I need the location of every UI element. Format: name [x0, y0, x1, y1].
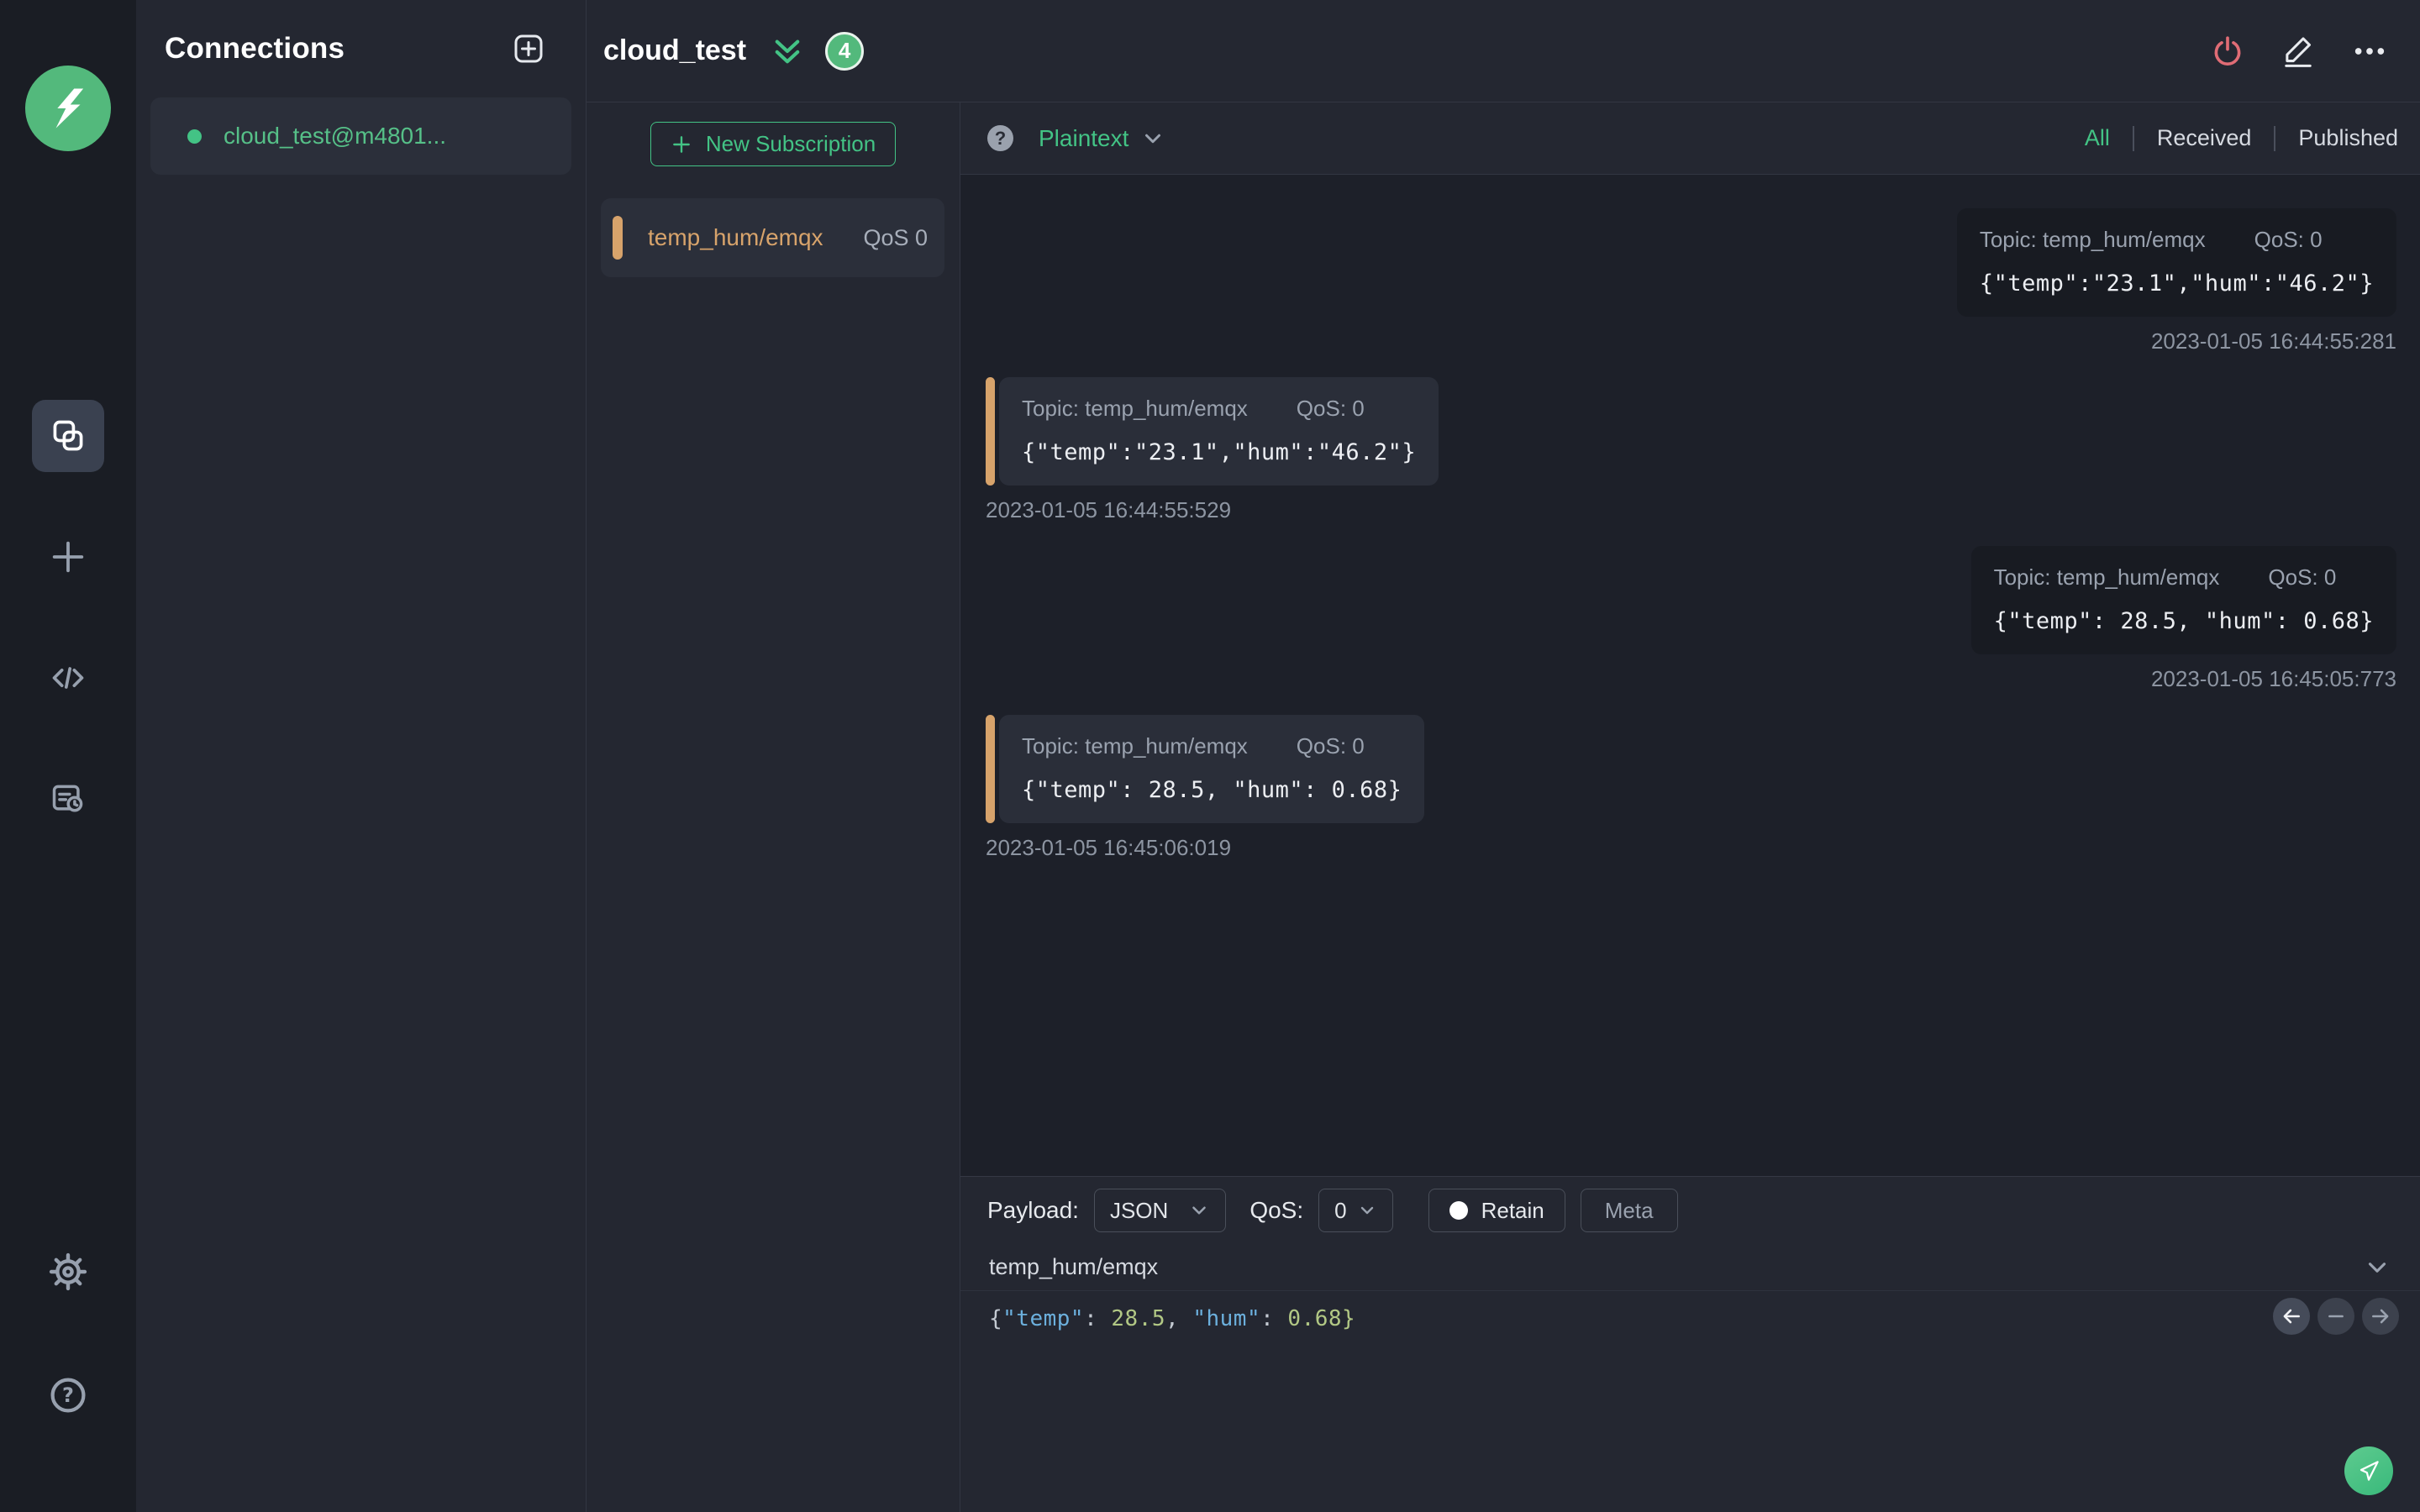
connections-panel: Connections cloud_test@m4801... — [136, 0, 587, 1512]
plus-icon — [49, 538, 87, 576]
history-clear-button[interactable] — [2317, 1298, 2354, 1335]
message-bubble[interactable]: Topic: temp_hum/emqx QoS: 0 {"temp": 28.… — [999, 715, 1425, 823]
new-subscription-button[interactable]: New Subscription — [650, 122, 896, 166]
message-topic: Topic: temp_hum/emqx — [1993, 564, 2220, 590]
message-topic: Topic: temp_hum/emqx — [1979, 227, 2206, 252]
history-pager — [2273, 1298, 2399, 1335]
mqttx-logo — [25, 66, 111, 151]
chevron-down-icon — [1140, 126, 1165, 151]
message-list: Topic: temp_hum/emqx QoS: 0 {"temp":"23.… — [960, 175, 2420, 1176]
message-payload: {"temp": 28.5, "hum": 0.68} — [1022, 777, 1402, 803]
svg-text:?: ? — [62, 1383, 74, 1407]
message-item: Topic: temp_hum/emqx QoS: 0 {"temp":"23.… — [986, 208, 2396, 354]
connection-title: cloud_test — [603, 34, 747, 66]
publish-panel: Payload: JSON QoS: 0 Retain Meta temp_hu… — [960, 1176, 2420, 1512]
message-payload: {"temp":"23.1","hum":"46.2"} — [1022, 439, 1417, 465]
plus-icon — [671, 134, 692, 155]
message-timestamp: 2023-01-05 16:45:06:019 — [986, 835, 1232, 860]
help-icon: ? — [49, 1376, 87, 1415]
message-qos: QoS: 0 — [2268, 564, 2337, 590]
message-filters: All Received Published — [2085, 125, 2398, 151]
nav-log-button[interactable] — [32, 763, 104, 835]
payload-format-select[interactable]: JSON — [1093, 1189, 1227, 1232]
message-topic: Topic: temp_hum/emqx — [1022, 396, 1248, 421]
chevron-down-icon — [1188, 1200, 1210, 1221]
new-subscription-label: New Subscription — [705, 131, 876, 156]
plus-square-icon — [512, 32, 545, 66]
received-accent-bar — [986, 715, 995, 823]
message-item: Topic: temp_hum/emqx QoS: 0 {"temp":"23.… — [986, 377, 2396, 523]
disconnect-power-button[interactable] — [2212, 35, 2244, 67]
gear-icon — [49, 1252, 87, 1291]
payload-help-icon[interactable]: ? — [987, 125, 1013, 151]
message-timestamp: 2023-01-05 16:44:55:281 — [2150, 328, 2396, 354]
nav-connections-button[interactable] — [32, 400, 104, 472]
payload-format-value: JSON — [1109, 1197, 1169, 1223]
retain-label: Retain — [1481, 1197, 1544, 1223]
filter-all[interactable]: All — [2085, 125, 2110, 151]
message-count-badge: 4 — [825, 31, 865, 71]
qos-label: QoS: — [1249, 1197, 1304, 1223]
filter-divider — [2274, 125, 2276, 151]
history-prev-button[interactable] — [2273, 1298, 2310, 1335]
qos-select[interactable]: 0 — [1318, 1189, 1393, 1232]
subscription-topic: temp_hum/emqx — [648, 224, 823, 250]
format-selected-value: Plaintext — [1039, 124, 1129, 151]
meta-button[interactable]: Meta — [1580, 1189, 1678, 1232]
subscription-qos: QoS 0 — [863, 224, 928, 250]
connection-header: cloud_test 4 — [587, 0, 2420, 102]
nav-new-connection-button[interactable] — [32, 521, 104, 593]
add-connection-button[interactable] — [512, 32, 545, 66]
publish-payload-editor[interactable]: {"temp": 28.5, "hum": 0.68} — [960, 1291, 2420, 1512]
more-options-button[interactable] — [2353, 34, 2386, 68]
send-plane-icon — [2354, 1457, 2383, 1485]
message-timestamp: 2023-01-05 16:45:05:773 — [2150, 666, 2396, 691]
publish-topic-input[interactable]: temp_hum/emqx — [989, 1254, 2363, 1280]
send-button[interactable] — [2344, 1446, 2393, 1495]
message-qos: QoS: 0 — [1296, 396, 1365, 421]
connections-icon — [50, 417, 87, 454]
message-payload: {"temp": 28.5, "hum": 0.68} — [1993, 608, 2374, 634]
message-qos: QoS: 0 — [2254, 227, 2323, 252]
app-icon-rail: ? — [0, 0, 136, 1512]
filter-received[interactable]: Received — [2157, 125, 2252, 151]
retain-toggle[interactable]: Retain — [1428, 1189, 1565, 1232]
message-item: Topic: temp_hum/emqx QoS: 0 {"temp": 28.… — [986, 546, 2396, 692]
message-timestamp: 2023-01-05 16:44:55:529 — [986, 497, 1232, 522]
log-icon — [50, 780, 87, 817]
message-item: Topic: temp_hum/emqx QoS: 0 {"temp": 28.… — [986, 715, 2396, 861]
messages-toolbar: ? Plaintext All Received Published — [960, 102, 2420, 175]
message-topic: Topic: temp_hum/emqx — [1022, 733, 1248, 759]
subscriptions-column: New Subscription temp_hum/emqx QoS 0 — [587, 102, 960, 1512]
settings-button[interactable] — [32, 1236, 104, 1308]
message-format-select[interactable]: Plaintext — [1039, 125, 1165, 152]
message-bubble[interactable]: Topic: temp_hum/emqx QoS: 0 {"temp":"23.… — [999, 377, 1439, 486]
chevron-down-icon — [1357, 1200, 1377, 1221]
double-chevron-down-icon[interactable] — [770, 34, 805, 69]
code-icon — [50, 659, 87, 696]
history-next-button[interactable] — [2362, 1298, 2399, 1335]
connections-title: Connections — [165, 32, 345, 65]
help-button[interactable]: ? — [32, 1359, 104, 1431]
message-bubble[interactable]: Topic: temp_hum/emqx QoS: 0 {"temp": 28.… — [1970, 546, 2396, 654]
collapse-panel-chevron-icon[interactable] — [2363, 1253, 2391, 1282]
received-accent-bar — [986, 377, 995, 486]
qos-value: 0 — [1334, 1197, 1347, 1223]
edit-pencil-button[interactable] — [2282, 34, 2314, 69]
connected-status-dot — [187, 129, 202, 144]
payload-format-label: Payload: — [987, 1197, 1079, 1223]
filter-published[interactable]: Published — [2298, 125, 2398, 151]
connection-list-item[interactable]: cloud_test@m4801... — [150, 97, 571, 175]
subscription-item[interactable]: temp_hum/emqx QoS 0 — [601, 198, 944, 277]
message-qos: QoS: 0 — [1296, 733, 1365, 759]
filter-divider — [2132, 125, 2134, 151]
retain-dot-icon — [1449, 1201, 1468, 1220]
nav-script-button[interactable] — [32, 642, 104, 714]
message-payload: {"temp":"23.1","hum":"46.2"} — [1979, 270, 2374, 297]
messages-column: ? Plaintext All Received Published Topic… — [960, 102, 2420, 1512]
message-bubble[interactable]: Topic: temp_hum/emqx QoS: 0 {"temp":"23.… — [1956, 208, 2396, 317]
connection-name: cloud_test@m4801... — [224, 123, 447, 149]
